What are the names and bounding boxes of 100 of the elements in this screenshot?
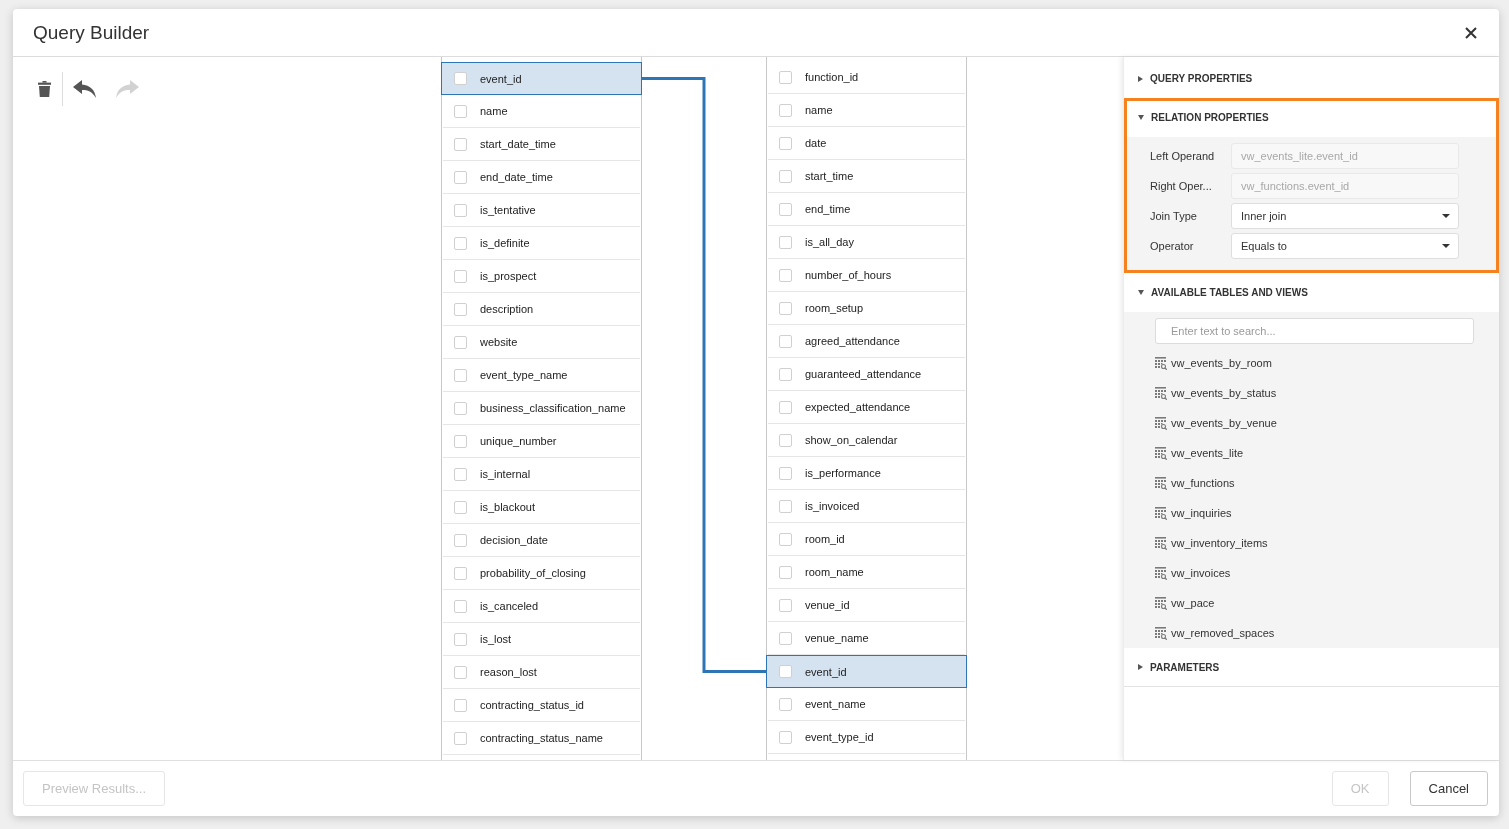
search-field[interactable]: Enter text to search... [1155,318,1474,344]
column-row[interactable]: event_name [768,688,965,721]
checkbox[interactable] [454,533,467,547]
column-row[interactable]: is_definite [443,227,640,260]
checkbox[interactable] [454,137,467,151]
section-header[interactable]: AVAILABLE TABLES AND VIEWS [1124,273,1499,312]
column-row[interactable]: show_on_calendar [768,424,965,457]
column-row[interactable]: start_time [768,160,965,193]
column-row[interactable]: event_type_name [443,359,640,392]
column-row[interactable]: business_classification_name [443,392,640,425]
dialog-button[interactable]: Cancel [1409,771,1488,806]
column-row[interactable]: function_id [768,61,965,94]
column-row[interactable]: is_tentative [443,194,640,227]
checkbox[interactable] [454,731,467,745]
checkbox[interactable] [779,466,792,480]
column-row[interactable]: room_name [768,556,965,589]
checkbox[interactable] [779,598,792,612]
column-row[interactable]: event_type_id [768,721,965,754]
checkbox[interactable] [779,697,792,711]
table-list-item[interactable]: vw_events_by_status [1155,378,1499,408]
checkbox[interactable] [779,400,792,414]
column-row[interactable]: is_blackout [443,491,640,524]
table-list-item[interactable]: vw_events_by_venue [1155,408,1499,438]
table-list-item[interactable]: vw_removed_spaces [1155,618,1499,648]
table-list-item[interactable]: vw_pace [1155,588,1499,618]
column-row[interactable]: is_all_day [768,226,965,259]
checkbox[interactable] [454,104,467,118]
table-list-item[interactable]: vw_functions [1155,468,1499,498]
column-row[interactable]: name [443,95,640,128]
table-list-item[interactable]: vw_invoices [1155,558,1499,588]
dropdown[interactable]: Inner join [1231,203,1459,229]
column-row[interactable]: venue_id [768,589,965,622]
checkbox[interactable] [779,202,792,216]
table-grid-magnifier-icon [1155,626,1167,640]
column-row[interactable]: is_internal [443,458,640,491]
checkbox[interactable] [779,334,792,348]
checkbox[interactable] [454,500,467,514]
checkbox[interactable] [779,367,792,381]
checkbox[interactable] [454,236,467,250]
column-row[interactable]: website [443,326,640,359]
column-row[interactable]: is_lost [443,623,640,656]
checkbox[interactable] [454,72,467,85]
dropdown[interactable]: Equals to [1231,233,1459,259]
column-row[interactable]: room_id [768,523,965,556]
column-row[interactable]: event_id [766,655,967,688]
column-row[interactable]: date [768,127,965,160]
column-row[interactable]: start_date_time [443,128,640,161]
checkbox[interactable] [454,434,467,448]
checkbox[interactable] [454,599,467,613]
column-row[interactable]: reason_lost [443,656,640,689]
checkbox[interactable] [779,433,792,447]
checkbox[interactable] [779,665,792,678]
column-row[interactable]: guaranteed_attendance [768,358,965,391]
column-row[interactable]: is_canceled [443,590,640,623]
checkbox[interactable] [779,169,792,183]
table-list-item[interactable]: vw_events_lite [1155,438,1499,468]
column-row[interactable]: contracting_status_id [443,689,640,722]
checkbox[interactable] [454,467,467,481]
section-header[interactable]: PARAMETERS [1124,648,1499,687]
checkbox[interactable] [779,301,792,315]
column-row[interactable]: description [443,293,640,326]
checkbox[interactable] [454,170,467,184]
checkbox[interactable] [779,268,792,282]
column-row[interactable]: number_of_hours [768,259,965,292]
checkbox[interactable] [454,335,467,349]
checkbox[interactable] [779,631,792,645]
column-row[interactable]: unique_number [443,425,640,458]
checkbox[interactable] [779,565,792,579]
checkbox[interactable] [779,532,792,546]
checkbox[interactable] [454,269,467,283]
checkbox[interactable] [779,235,792,249]
table-list-item[interactable]: vw_inquiries [1155,498,1499,528]
column-row[interactable]: is_invoiced [768,490,965,523]
checkbox[interactable] [454,302,467,316]
checkbox[interactable] [454,665,467,679]
column-row[interactable]: end_time [768,193,965,226]
column-row[interactable]: end_date_time [443,161,640,194]
column-row[interactable]: event_id [441,62,642,95]
checkbox[interactable] [454,566,467,580]
column-row[interactable]: agreed_attendance [768,325,965,358]
checkbox[interactable] [454,203,467,217]
column-row[interactable]: expected_attendance [768,391,965,424]
column-row[interactable]: decision_date [443,524,640,557]
checkbox[interactable] [779,103,792,117]
checkbox[interactable] [779,136,792,150]
checkbox[interactable] [454,698,467,712]
checkbox[interactable] [454,401,467,415]
checkbox[interactable] [779,70,792,84]
checkbox[interactable] [454,632,467,646]
checkbox[interactable] [779,730,792,744]
checkbox[interactable] [454,368,467,382]
column-row[interactable]: contracting_status_name [443,722,640,755]
column-row[interactable]: is_performance [768,457,965,490]
column-row[interactable]: is_prospect [443,260,640,293]
column-row[interactable]: probability_of_closing [443,557,640,590]
column-row[interactable]: room_setup [768,292,965,325]
table-list-item[interactable]: vw_inventory_items [1155,528,1499,558]
table-list-item[interactable]: vw_events_by_room [1155,348,1499,378]
checkbox[interactable] [779,499,792,513]
column-row[interactable]: name [768,94,965,127]
